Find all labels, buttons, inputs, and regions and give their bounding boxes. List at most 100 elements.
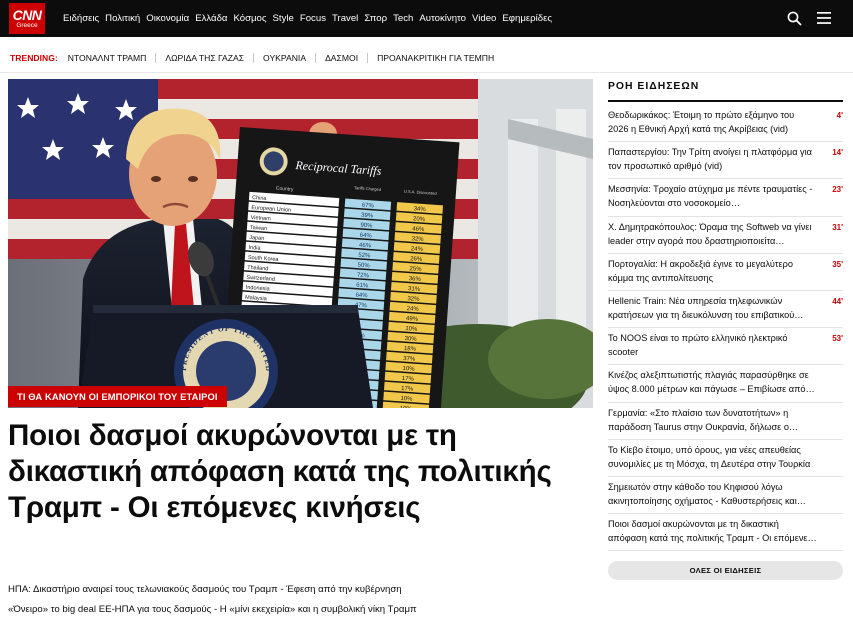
news-feed-item-text[interactable]: Κινέζος αλεξιπτωτιστής πλαγιάς παρασύρθη… (608, 368, 817, 396)
tariff-charged-label: 90% (360, 223, 373, 230)
tariff-reciprocal-label: 37% (403, 356, 416, 363)
tariff-reciprocal-label: 46% (412, 226, 425, 233)
tariff-reciprocal-label: 31% (408, 286, 421, 293)
logo-wordmark: CNN (12, 6, 42, 23)
tariff-country-label: India (248, 245, 261, 252)
news-feed-item-text[interactable]: Μεσσηνία: Τροχαίο ατύχημα με πέντε τραυμ… (608, 182, 817, 210)
tariff-reciprocal-label: 34% (413, 206, 426, 213)
news-feed-item[interactable]: Σημειωτόν στην κάθοδο του Κηφισού λόγω α… (608, 477, 843, 515)
tariff-reciprocal-label: 24% (411, 246, 424, 253)
news-feed-item[interactable]: Το Κίεβο έτοιμο, υπό όρους, για νέες απε… (608, 440, 843, 477)
tariff-reciprocal-label: 10% (402, 366, 415, 373)
hero-image[interactable]: Reciprocal Tariffs Country Tariffs Charg… (8, 79, 593, 408)
trending-bar: TRENDING: ΝΤΟΝΑΛΝΤ ΤΡΑΜΠ ΛΩΡΙΔΑ ΤΗΣ ΓΑΖΑ… (10, 50, 503, 66)
news-feed-item-time: 44' (832, 296, 843, 306)
news-feed-item[interactable]: Παπαστεργίου: Την Τρίτη ανοίγει η πλατφό… (608, 142, 843, 180)
tariff-country-label: China (252, 195, 268, 202)
news-feed-list: Θεοδωρικάκος: Έτοιμη το πρώτο εξάμηνο το… (608, 105, 843, 552)
search-icon[interactable] (787, 11, 802, 26)
tariff-reciprocal-label: 17% (401, 386, 414, 393)
news-feed-item-text[interactable]: Πορτογαλία: Η ακροδεξιά έγινε το μεγαλύτ… (608, 257, 817, 285)
tariff-reciprocal-label: 10% (400, 396, 413, 403)
tariff-reciprocal-label: 25% (409, 266, 422, 273)
nav-item-greece[interactable]: Ελλάδα (195, 13, 227, 24)
news-feed-item-text[interactable]: Χ. Δημητρακόπουλος: Όραμα της Softweb να… (608, 220, 817, 248)
tariff-charged-label: 46% (359, 243, 372, 250)
tariff-reciprocal-label: 26% (410, 256, 423, 263)
article-kicker[interactable]: ΤΙ ΘΑ ΚΑΝΟΥΝ ΟΙ ΕΜΠΟΡΙΚΟΙ ΤΟΥ ΕΤΑΙΡΟΙ (8, 386, 227, 407)
tariff-charged-label: 64% (355, 292, 368, 299)
news-feed-item[interactable]: Θεοδωρικάκος: Έτοιμη το πρώτο εξάμηνο το… (608, 105, 843, 143)
cnn-greece-logo[interactable]: CNN Greece (9, 3, 45, 34)
news-feed-item-text[interactable]: Παπαστεργίου: Την Τρίτη ανοίγει η πλατφό… (608, 145, 817, 173)
tariff-reciprocal-label: 49% (406, 316, 419, 323)
nav-item-travel[interactable]: Travel (332, 13, 358, 24)
tariff-reciprocal-label: 24% (406, 306, 419, 313)
trending-item[interactable]: ΠΡΟΑΝΑΚΡΙΤΙΚΗ ΓΙΑ ΤΕΜΠΗ (367, 53, 503, 63)
tariff-charged-label: 61% (356, 283, 369, 290)
tariff-country-label: Taiwan (250, 225, 268, 232)
tariff-reciprocal-label: 30% (404, 336, 417, 343)
nav-item-sport[interactable]: Σπορ (364, 13, 387, 24)
svg-text:Country: Country (276, 186, 294, 193)
news-feed-item[interactable]: Γερμανία: «Στο πλαίσιο των δυνατοτήτων» … (608, 403, 843, 440)
trending-item[interactable]: ΟΥΚΡΑΝΙΑ (253, 53, 315, 63)
trending-label: TRENDING: (10, 53, 58, 63)
tariff-reciprocal-label: 10% (400, 406, 413, 408)
news-feed-item-time: 14' (832, 148, 843, 158)
news-feed-item-time: 31' (832, 222, 843, 232)
news-feed-item-text[interactable]: Ποιοι δασμοί ακυρώνονται με τη δικαστική… (608, 517, 817, 545)
news-feed-item[interactable]: Hellenic Train: Νέα υπηρεσία τηλεφωνικών… (608, 291, 843, 329)
nav-item-world[interactable]: Κόσμος (233, 13, 266, 24)
nav-item-style[interactable]: Style (273, 13, 294, 24)
news-feed-item-text[interactable]: Hellenic Train: Νέα υπηρεσία τηλεφωνικών… (608, 294, 817, 322)
tariff-reciprocal-label: 10% (405, 326, 418, 333)
tariff-charged-label: 52% (358, 253, 371, 260)
news-feed-item-text[interactable]: Θεοδωρικάκος: Έτοιμη το πρώτο εξάμηνο το… (608, 108, 817, 136)
related-article-link[interactable]: ΗΠΑ: Δικαστήριο αναιρεί τους τελωνιακούς… (8, 584, 402, 595)
news-feed-item-time: 35' (832, 259, 843, 269)
tariff-reciprocal-label: 18% (404, 346, 417, 353)
tariff-country-label: Japan (249, 235, 264, 242)
nav-item-video[interactable]: Video (472, 13, 496, 24)
news-feed-item[interactable]: Ποιοι δασμοί ακυρώνονται με τη δικαστική… (608, 514, 843, 552)
main-headline[interactable]: Ποιοι δασμοί ακυρώνονται με τη δικαστική… (8, 418, 568, 526)
news-feed-item[interactable]: Μεσσηνία: Τροχαίο ατύχημα με πέντε τραυμ… (608, 179, 843, 217)
hamburger-menu-icon[interactable] (817, 12, 831, 24)
news-feed-item-time: 53' (832, 334, 843, 344)
news-feed-item-text[interactable]: Γερμανία: «Στο πλαίσιο των δυνατοτήτων» … (608, 406, 817, 434)
news-feed-item-text[interactable]: Το NOOS είναι το πρώτο ελληνικό ηλεκτρικ… (608, 331, 817, 359)
news-feed-item-text[interactable]: Σημειωτόν στην κάθοδο του Κηφισού λόγω α… (608, 480, 817, 508)
tariff-charged-label: 72% (357, 273, 370, 280)
nav-item-politics[interactable]: Πολιτική (105, 13, 140, 24)
nav-item-tech[interactable]: Tech (393, 13, 413, 24)
tariff-reciprocal-label: 17% (402, 376, 415, 383)
nav-item-newspapers[interactable]: Εφημερίδες (502, 13, 552, 24)
nav-item-auto[interactable]: Αυτοκίνητο (419, 13, 466, 24)
trending-item[interactable]: ΝΤΟΝΑΛΝΤ ΤΡΑΜΠ (66, 53, 156, 63)
news-feed-item[interactable]: Πορτογαλία: Η ακροδεξιά έγινε το μεγαλύτ… (608, 254, 843, 291)
tariff-charged-label: 64% (359, 233, 372, 240)
nav-item-focus[interactable]: Focus (300, 13, 326, 24)
nav-item-economy[interactable]: Οικονομία (146, 13, 189, 24)
tariff-reciprocal-label: 36% (409, 276, 422, 283)
news-feed-item[interactable]: Το NOOS είναι το πρώτο ελληνικό ηλεκτρικ… (608, 328, 843, 366)
tariff-reciprocal-label: 20% (413, 216, 426, 223)
main-nav: Ειδήσεις Πολιτική Οικονομία Ελλάδα Κόσμο… (63, 0, 558, 37)
tariff-reciprocal-label: 32% (407, 296, 420, 303)
news-feed-item-time: 23' (832, 185, 843, 195)
trending-item[interactable]: ΛΩΡΙΔΑ ΤΗΣ ΓΑΖΑΣ (155, 53, 253, 63)
hero-photo: Reciprocal Tariffs Country Tariffs Charg… (8, 79, 593, 408)
news-feed-item-text[interactable]: Το Κίεβο έτοιμο, υπό όρους, για νέες απε… (608, 443, 817, 471)
tariff-charged-label: 67% (362, 203, 375, 210)
related-article-link[interactable]: «Όνειρο» το big deal ΕΕ-ΗΠΑ για τους δασ… (8, 604, 417, 615)
tariff-charged-label: 39% (361, 213, 374, 220)
site-header: CNN Greece Ειδήσεις Πολιτική Οικονομία Ε… (0, 0, 853, 37)
logo-subtitle: Greece (16, 21, 38, 29)
nav-item-news[interactable]: Ειδήσεις (63, 13, 99, 24)
trending-item[interactable]: ΔΑΣΜΟΙ (315, 53, 367, 63)
divider (0, 72, 853, 73)
news-feed-item[interactable]: Χ. Δημητρακόπουλος: Όραμα της Softweb να… (608, 217, 843, 254)
all-news-button[interactable]: ΟΛΕΣ ΟΙ ΕΙΔΗΣΕΙΣ (608, 561, 843, 580)
news-feed-item[interactable]: Κινέζος αλεξιπτωτιστής πλαγιάς παρασύρθη… (608, 365, 843, 403)
